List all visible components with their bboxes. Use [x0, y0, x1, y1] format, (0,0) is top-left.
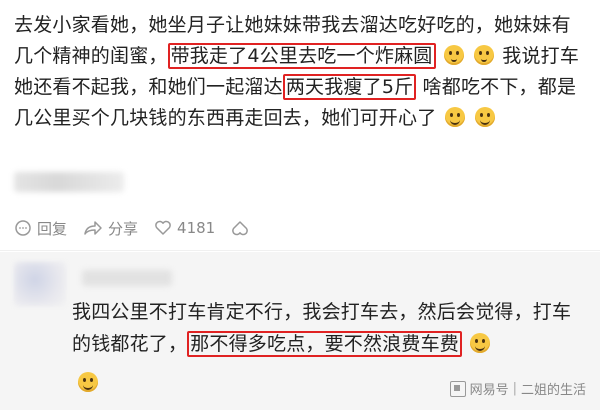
smile-emoji-icon: [444, 107, 465, 127]
laugh-emoji-icon: [470, 333, 491, 353]
reply-highlight-text: 那不得多吃点，要不然浪费车费: [190, 333, 460, 355]
highlight-text-1: 带我走了4公里去吃一个炸麻圆: [170, 45, 433, 67]
reply-button[interactable]: 回复: [14, 218, 67, 239]
blurred-reply-username: [82, 270, 172, 286]
blurred-username: [14, 172, 124, 192]
smile-emoji-icon: [474, 107, 495, 127]
watermark-site: 网易号: [469, 383, 509, 398]
highlight-text-2: 两天我瘦了5斤: [285, 76, 414, 98]
comment-body: 去发小家看她，她坐月子让她妹妹带我去溜达吃好吃的，她妹妹有几个精神的闺蜜， 带我走…: [14, 10, 586, 134]
laugh-emoji-icon: [78, 372, 98, 392]
avatar: [14, 262, 66, 306]
watermark-author: 二姐的生活: [520, 383, 586, 398]
share-button[interactable]: 分享: [83, 218, 138, 239]
reply-highlight-box: 那不得多吃点，要不然浪费车费: [187, 331, 463, 357]
like-count: 4181: [177, 219, 216, 237]
shy-emoji-icon: [443, 45, 464, 65]
screenshot-frame: 去发小家看她，她坐月子让她妹妹带我去溜达吃好吃的，她妹妹有几个精神的闺蜜， 带我走…: [0, 0, 600, 410]
heart-icon: [154, 219, 172, 237]
highlight-box-2: 两天我瘦了5斤: [282, 74, 417, 100]
netease-logo-icon: [449, 380, 466, 397]
comment-action-bar: 回复 分享 4181: [14, 216, 265, 240]
watermark: 网易号 | 二姐的生活: [449, 379, 586, 398]
share-arrow-icon: [83, 219, 103, 237]
reply-label: 回复: [37, 219, 68, 238]
highlight-box-1: 带我走了4公里去吃一个炸麻圆: [167, 43, 436, 69]
comment-bubble-icon: [14, 219, 32, 237]
section-divider: [0, 250, 600, 251]
reply-body: 我四公里不打车肯定不行，我会打车去，然后会觉得，打车的钱都花了， 那不得多吃点，要…: [72, 296, 582, 360]
share-label: 分享: [108, 219, 139, 238]
dislike-icon: [231, 219, 249, 237]
watermark-separator: |: [512, 381, 517, 396]
like-button[interactable]: 4181: [154, 219, 215, 237]
shy-emoji-icon: [474, 45, 494, 65]
dislike-button[interactable]: [231, 219, 249, 237]
